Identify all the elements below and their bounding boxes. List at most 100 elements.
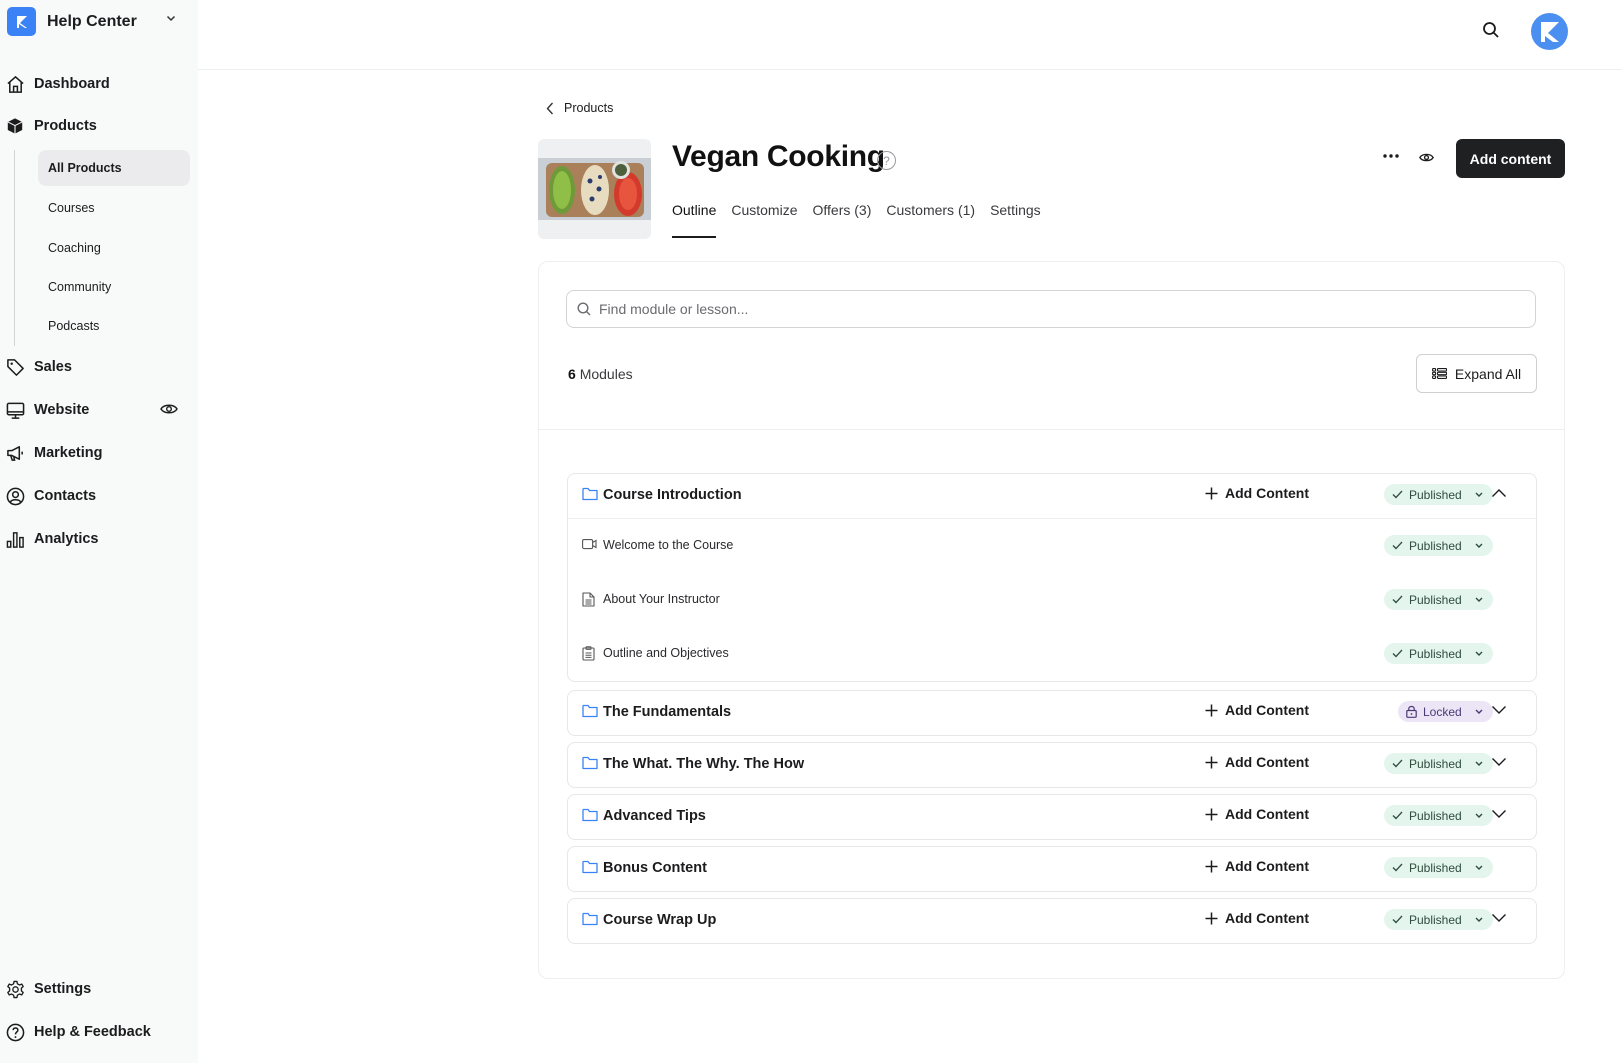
expand-all-button[interactable]: Expand All (1416, 354, 1537, 393)
sidebar-item-help-feedback[interactable]: Help & Feedback (5, 1020, 151, 1044)
back-to-products-link[interactable]: Products (546, 101, 613, 115)
folder-icon (582, 912, 598, 926)
sidebar-subitem-coaching[interactable]: Coaching (38, 230, 190, 266)
search-icon (577, 302, 591, 316)
chevron-down-icon (1475, 865, 1483, 870)
sidebar-item-sales[interactable]: Sales (5, 355, 72, 379)
lesson-item[interactable]: About Your Instructor Published (568, 573, 1536, 627)
status-badge[interactable]: Published (1384, 857, 1493, 878)
expand-all-label: Expand All (1454, 365, 1522, 382)
add-content-button[interactable]: Add content (1456, 139, 1565, 178)
sidebar-item-label: Analytics (34, 531, 99, 547)
check-icon (1392, 811, 1403, 820)
module-header[interactable]: The What. The Why. The How Add Content P… (568, 743, 1536, 787)
status-badge[interactable]: Published (1384, 753, 1493, 774)
tab-settings[interactable]: Settings (990, 202, 1041, 238)
add-content-button[interactable]: Add Content (1205, 858, 1309, 874)
outline-search[interactable] (566, 290, 1536, 328)
check-icon (1392, 595, 1403, 604)
check-icon (1392, 759, 1403, 768)
help-icon[interactable]: ? (877, 151, 896, 170)
sidebar-item-website[interactable]: Website (5, 398, 89, 422)
tag-icon (5, 357, 25, 377)
modules-count-number: 6 (568, 366, 576, 382)
avatar[interactable] (1531, 13, 1568, 50)
status-badge[interactable]: Published (1384, 589, 1493, 610)
module-the-fundamentals: The Fundamentals Add Content Locked (567, 690, 1537, 736)
sidebar-item-marketing[interactable]: Marketing (5, 441, 103, 465)
module-header[interactable]: The Fundamentals Add Content Locked (568, 691, 1536, 735)
eye-icon[interactable] (160, 403, 178, 415)
sidebar-item-label: Settings (34, 981, 92, 997)
sidebar-subitem-all-products[interactable]: All Products (38, 150, 190, 186)
monitor-icon (5, 400, 25, 420)
add-content-button[interactable]: Add Content (1205, 806, 1309, 822)
tab-customers[interactable]: Customers (1) (886, 202, 975, 238)
plus-icon (1205, 487, 1218, 499)
sidebar-subitem-community[interactable]: Community (38, 269, 190, 305)
brand-logo-icon (7, 7, 36, 36)
add-content-button[interactable]: Add Content (1205, 754, 1309, 770)
sidebar-subitem-podcasts[interactable]: Podcasts (38, 308, 190, 344)
check-icon (1392, 649, 1403, 658)
folder-icon (582, 860, 598, 874)
workspace-name: Help Center (47, 12, 137, 30)
sidebar-item-contacts[interactable]: Contacts (5, 484, 96, 508)
chevron-down-icon (1475, 543, 1483, 548)
home-icon (5, 74, 25, 94)
product-thumbnail (538, 139, 651, 239)
chevron-down-icon (1492, 810, 1506, 818)
chevron-down-icon (1492, 706, 1506, 714)
modules-count: 6 Modules (568, 366, 633, 382)
tab-offers[interactable]: Offers (3) (813, 202, 872, 238)
top-bar (198, 0, 1621, 70)
module-header[interactable]: Bonus Content Add Content Published (568, 847, 1536, 891)
module-header[interactable]: Course Wrap Up Add Content Published (568, 899, 1536, 943)
lesson-item[interactable]: Outline and Objectives Published (568, 627, 1536, 681)
lesson-title: About Your Instructor (603, 592, 720, 606)
status-badge[interactable]: Published (1384, 805, 1493, 826)
add-content-button[interactable]: Add Content (1205, 910, 1309, 926)
status-badge[interactable]: Locked (1398, 701, 1493, 722)
chevron-up-icon (1492, 489, 1506, 497)
chevron-down-icon (1475, 709, 1483, 714)
tab-outline[interactable]: Outline (672, 202, 717, 238)
search-icon[interactable] (1482, 21, 1502, 41)
chevron-down-icon[interactable] (166, 15, 176, 22)
sidebar-item-analytics[interactable]: Analytics (5, 527, 98, 551)
module-course-wrap-up: Course Wrap Up Add Content Published (567, 898, 1537, 944)
expand-toggle[interactable] (1491, 757, 1507, 771)
preview-button[interactable] (1415, 147, 1437, 167)
module-title: The Fundamentals (603, 704, 732, 720)
add-content-button[interactable]: Add Content (1205, 485, 1309, 501)
chevron-down-icon (1492, 914, 1506, 922)
plus-icon (1205, 704, 1218, 716)
status-badge[interactable]: Published (1384, 484, 1493, 505)
sidebar-item-label: Help & Feedback (34, 1024, 151, 1040)
module-title: Advanced Tips (603, 808, 706, 824)
status-badge[interactable]: Published (1384, 909, 1493, 930)
module-header[interactable]: Course Introduction Add Content Publishe… (568, 474, 1536, 518)
sidebar-item-label: Contacts (34, 488, 97, 504)
module-header[interactable]: Advanced Tips Add Content Published (568, 795, 1536, 839)
status-badge[interactable]: Published (1384, 535, 1493, 556)
lesson-list: Welcome to the Course Published About Yo… (568, 518, 1536, 681)
search-input[interactable] (599, 301, 1499, 317)
sidebar-item-settings[interactable]: Settings (5, 977, 91, 1001)
module-title: The What. The Why. The How (603, 756, 805, 772)
more-options-button[interactable] (1380, 147, 1402, 165)
modules-count-label: Modules (579, 366, 633, 382)
workspace-switcher[interactable]: Help Center (7, 7, 137, 36)
expand-toggle[interactable] (1491, 913, 1507, 927)
sidebar-item-dashboard[interactable]: Dashboard (5, 72, 110, 96)
add-content-button[interactable]: Add Content (1205, 702, 1309, 718)
lesson-item[interactable]: Welcome to the Course Published (568, 519, 1536, 573)
collapse-toggle[interactable] (1491, 488, 1507, 502)
folder-icon (582, 487, 598, 501)
expand-toggle[interactable] (1491, 809, 1507, 823)
tab-customize[interactable]: Customize (731, 202, 797, 238)
sidebar-subitem-courses[interactable]: Courses (38, 190, 190, 226)
status-badge[interactable]: Published (1384, 643, 1493, 664)
sidebar-item-products[interactable]: Products (5, 114, 97, 138)
expand-toggle[interactable] (1491, 705, 1507, 719)
